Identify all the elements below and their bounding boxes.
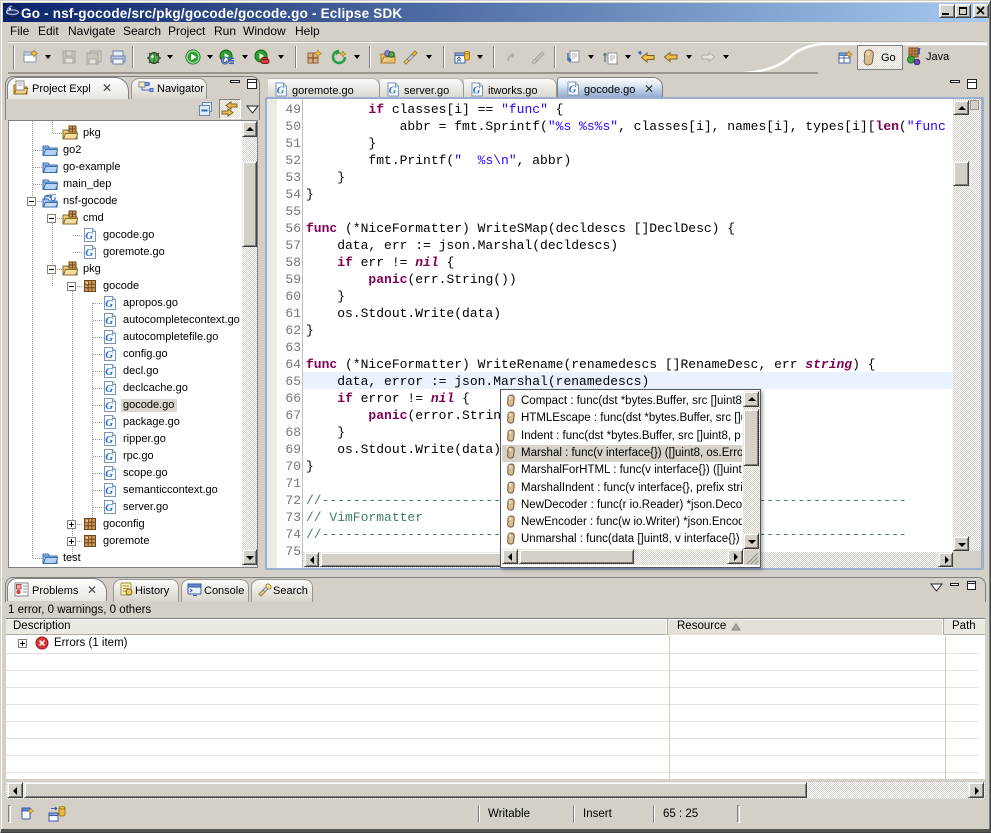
svg-text:G: G — [473, 86, 481, 97]
svg-text:G: G — [389, 86, 397, 97]
svg-text:G: G — [105, 315, 113, 327]
svg-text:G: G — [105, 417, 113, 429]
svg-text:G: G — [105, 451, 113, 463]
svg-text:G: G — [105, 502, 113, 514]
svg-text:G: G — [105, 434, 113, 446]
svg-text:J: J — [916, 47, 921, 58]
svg-text:G: G — [105, 383, 113, 395]
svg-text:G: G — [105, 400, 113, 412]
svg-text:G: G — [569, 85, 577, 96]
svg-text:G: G — [50, 193, 57, 203]
svg-text:G: G — [105, 332, 113, 344]
svg-text:G: G — [105, 366, 113, 378]
svg-text:G: G — [105, 485, 113, 497]
svg-text:G: G — [105, 468, 113, 480]
svg-text:G: G — [85, 230, 93, 242]
svg-text:G: G — [105, 349, 113, 361]
svg-text:G: G — [85, 247, 93, 259]
svg-text:G: G — [277, 86, 285, 97]
svg-text:G: G — [105, 298, 113, 310]
